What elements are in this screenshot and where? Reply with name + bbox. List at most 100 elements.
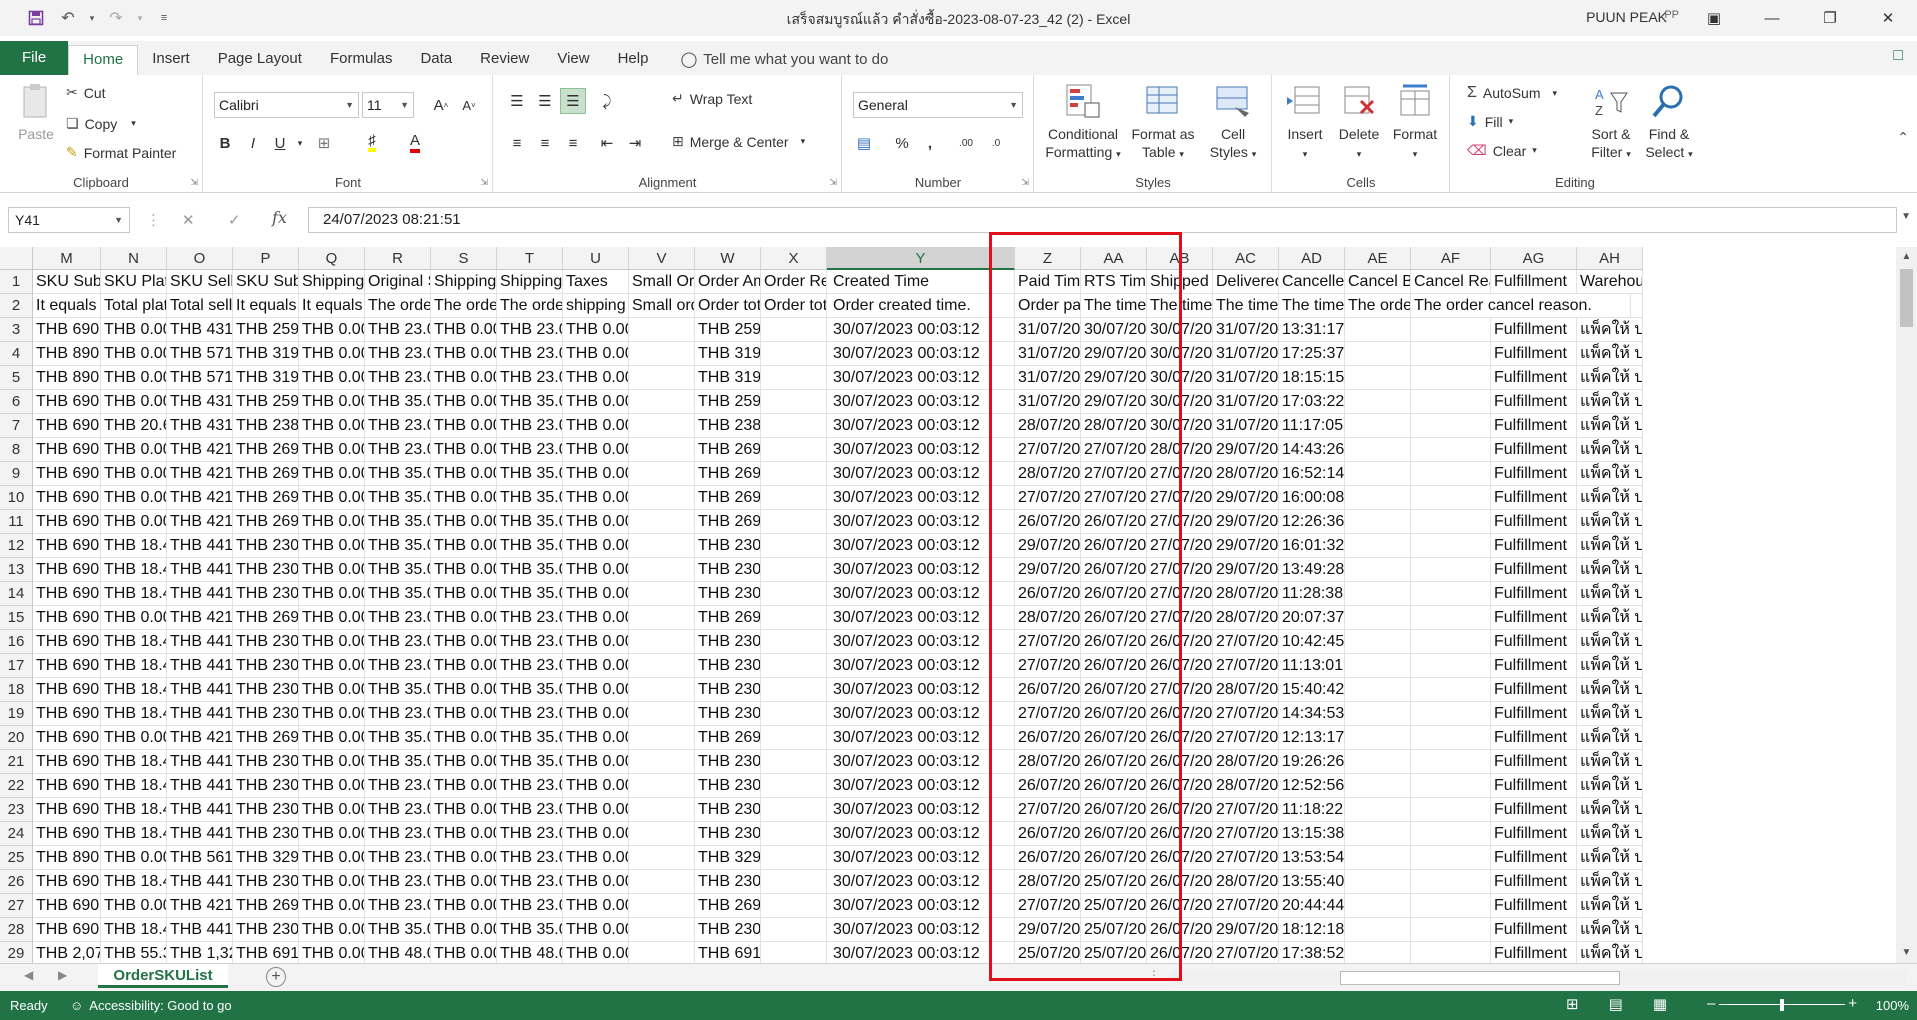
data-cell[interactable]: 30/07/2023 00:03:12 xyxy=(827,774,1015,798)
data-cell[interactable]: 26/07/202 xyxy=(1081,510,1147,534)
decrease-decimal-icon[interactable]: .0 xyxy=(983,130,1009,156)
data-cell[interactable]: THB 18.44 xyxy=(101,870,167,894)
column-header-af[interactable]: AF xyxy=(1411,247,1491,270)
row-header[interactable]: 10 xyxy=(0,486,33,510)
copy-button[interactable]: ❏ Copy ▾ xyxy=(66,115,136,132)
row-header[interactable]: 1 xyxy=(0,270,33,294)
data-cell[interactable] xyxy=(1411,318,1491,342)
data-cell[interactable] xyxy=(629,894,695,918)
data-cell[interactable]: THB 690.0 xyxy=(33,678,101,702)
data-cell[interactable] xyxy=(761,654,827,678)
data-cell[interactable]: 25/07/202 xyxy=(1081,894,1147,918)
data-cell[interactable]: 30/07/2023 00:03:12 xyxy=(827,558,1015,582)
data-cell[interactable] xyxy=(761,918,827,942)
data-cell[interactable]: THB 0.00 xyxy=(299,534,365,558)
data-cell[interactable]: THB 23.00 xyxy=(497,630,563,654)
data-cell[interactable]: THB 23.00 xyxy=(497,870,563,894)
align-top-icon[interactable]: ☰ xyxy=(504,88,530,114)
data-cell[interactable]: THB 230.56 xyxy=(695,702,761,726)
data-cell[interactable]: THB 23.00 xyxy=(365,774,431,798)
data-cell[interactable]: THB 0.00 xyxy=(563,942,629,963)
data-cell[interactable]: 26/07/202 xyxy=(1015,582,1081,606)
header-cell[interactable]: Cancel Reason xyxy=(1411,270,1491,294)
data-cell[interactable]: 30/07/2023 00:03:12 xyxy=(827,942,1015,963)
data-cell[interactable]: THB 0.00 xyxy=(299,390,365,414)
row-header[interactable]: 6 xyxy=(0,390,33,414)
data-cell[interactable]: 28/07/202 xyxy=(1015,462,1081,486)
data-cell[interactable]: 31/07/2023 xyxy=(1213,414,1279,438)
data-cell[interactable]: THB 230.5 xyxy=(233,798,299,822)
data-cell[interactable] xyxy=(1345,822,1411,846)
column-header-o[interactable]: O xyxy=(167,247,233,270)
data-cell[interactable]: 26/07/202 xyxy=(1147,702,1213,726)
data-cell[interactable]: 16:01:32 xyxy=(1279,534,1345,558)
data-cell[interactable]: THB 0.00 xyxy=(563,918,629,942)
data-cell[interactable]: แพ็คให้ บ xyxy=(1577,318,1643,342)
data-cell[interactable]: Fulfillment xyxy=(1491,606,1577,630)
data-cell[interactable]: 27/07/202 xyxy=(1015,654,1081,678)
data-cell[interactable]: THB 0.00 xyxy=(563,894,629,918)
undo-icon[interactable]: ↶ xyxy=(54,4,82,32)
data-cell[interactable]: 29/07/202 xyxy=(1015,918,1081,942)
data-cell[interactable]: 26/07/202 xyxy=(1147,654,1213,678)
column-header-t[interactable]: T xyxy=(497,247,563,270)
row-header[interactable]: 29 xyxy=(0,942,33,963)
data-cell[interactable]: 26/07/202 xyxy=(1147,870,1213,894)
data-cell[interactable] xyxy=(629,942,695,963)
column-header-ad[interactable]: AD xyxy=(1279,247,1345,270)
data-cell[interactable]: แพ็คให้ บ xyxy=(1577,942,1643,963)
data-cell[interactable]: THB 18.44 xyxy=(101,534,167,558)
data-cell[interactable]: THB 35.00 xyxy=(497,726,563,750)
data-cell[interactable]: THB 890.0 xyxy=(33,366,101,390)
column-header-ae[interactable]: AE xyxy=(1345,247,1411,270)
data-cell[interactable]: แพ็คให้ บ xyxy=(1577,678,1643,702)
data-cell[interactable]: Fulfillment xyxy=(1491,822,1577,846)
tab-page-layout[interactable]: Page Layout xyxy=(204,45,316,75)
data-cell[interactable] xyxy=(1345,486,1411,510)
data-cell[interactable] xyxy=(761,558,827,582)
data-cell[interactable] xyxy=(761,630,827,654)
data-cell[interactable]: Fulfillment xyxy=(1491,582,1577,606)
data-cell[interactable] xyxy=(1345,462,1411,486)
data-cell[interactable]: THB 48.00 xyxy=(365,942,431,963)
data-cell[interactable] xyxy=(1411,342,1491,366)
data-cell[interactable]: THB 0.00 xyxy=(431,774,497,798)
data-cell[interactable]: THB 0.00 xyxy=(431,822,497,846)
chevron-down-icon[interactable]: ▾ xyxy=(1532,145,1537,156)
data-cell[interactable]: 30/07/2023 00:03:12 xyxy=(827,654,1015,678)
data-cell[interactable]: THB 690.0 xyxy=(33,654,101,678)
data-cell[interactable]: 26/07/202 xyxy=(1015,510,1081,534)
data-cell[interactable]: THB 690.0 xyxy=(33,894,101,918)
data-cell[interactable]: THB 690.0 xyxy=(33,438,101,462)
data-cell[interactable]: THB 230.5 xyxy=(233,870,299,894)
vertical-scrollbar[interactable]: ▲ ▼ xyxy=(1896,247,1917,963)
fill-color-icon[interactable]: ♯ xyxy=(359,130,385,156)
data-cell[interactable]: 17:25:37 xyxy=(1279,342,1345,366)
data-cell[interactable]: 27/07/202 xyxy=(1015,894,1081,918)
data-cell[interactable]: THB 35.00 xyxy=(365,486,431,510)
data-cell[interactable]: THB 0.00 xyxy=(431,438,497,462)
data-cell[interactable]: THB 431.0 xyxy=(167,318,233,342)
data-cell[interactable]: แพ็คให้ บ xyxy=(1577,390,1643,414)
data-cell[interactable]: THB 421.0 xyxy=(167,606,233,630)
data-cell[interactable] xyxy=(761,894,827,918)
data-cell[interactable]: 14:43:26 xyxy=(1279,438,1345,462)
data-cell[interactable]: แพ็คให้ บ xyxy=(1577,822,1643,846)
data-cell[interactable]: THB 890.0 xyxy=(33,846,101,870)
data-cell[interactable]: THB 35.00 xyxy=(365,510,431,534)
autosum-button[interactable]: Σ AutoSum ▾ xyxy=(1467,84,1557,102)
data-cell[interactable]: THB 0.00 xyxy=(431,630,497,654)
page-layout-view-icon[interactable]: ▤ xyxy=(1609,995,1623,1013)
data-cell[interactable]: THB 23.00 xyxy=(497,606,563,630)
increase-indent-icon[interactable]: ⇥ xyxy=(622,130,648,156)
data-cell[interactable]: THB 2,070 xyxy=(33,942,101,963)
data-cell[interactable]: THB 230.56 xyxy=(695,558,761,582)
data-cell[interactable]: 30/07/2023 00:03:12 xyxy=(827,462,1015,486)
data-cell[interactable]: THB 0.00 xyxy=(299,438,365,462)
font-name-combo[interactable]: Calibri ▼ xyxy=(214,92,359,118)
data-cell[interactable]: THB 23.00 xyxy=(497,846,563,870)
data-cell[interactable] xyxy=(1411,414,1491,438)
data-cell[interactable]: 30/07/2023 00:03:12 xyxy=(827,534,1015,558)
row-header[interactable]: 3 xyxy=(0,318,33,342)
column-header-s[interactable]: S xyxy=(431,247,497,270)
